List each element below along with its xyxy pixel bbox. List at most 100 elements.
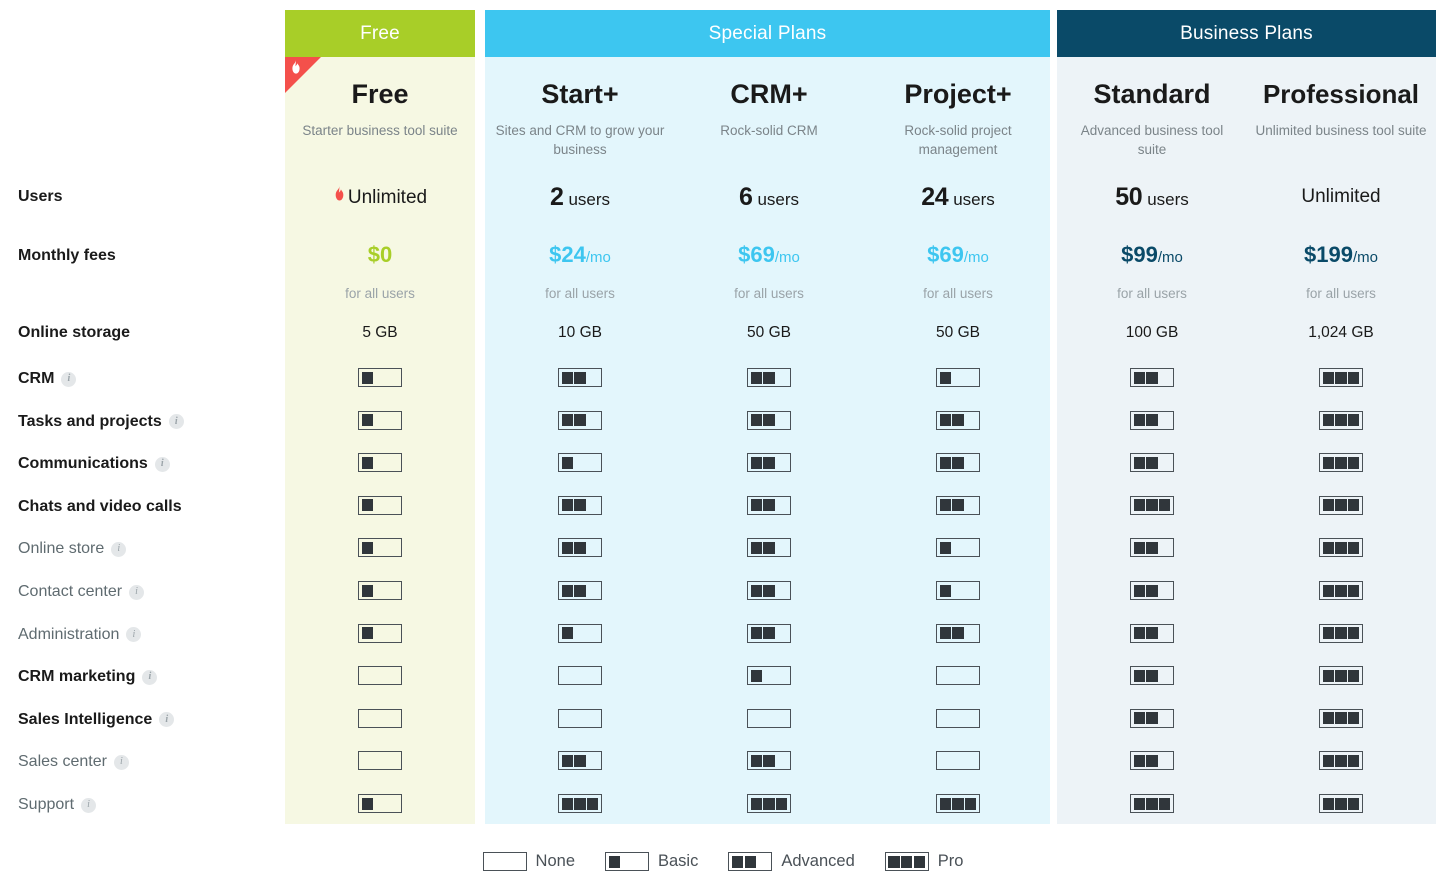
level-indicator xyxy=(1130,708,1174,728)
feature-cell xyxy=(285,453,475,474)
level-segment xyxy=(750,541,762,554)
level-segment xyxy=(486,856,497,868)
info-icon[interactable]: i xyxy=(126,627,142,643)
feature-cell xyxy=(1246,794,1436,815)
level-segment xyxy=(1146,414,1158,427)
level-segment xyxy=(750,499,762,512)
level-segment xyxy=(763,371,775,384)
info-icon[interactable]: i xyxy=(113,754,129,770)
level-segment xyxy=(1322,627,1334,640)
level-indicator xyxy=(747,581,791,600)
feature-cell xyxy=(674,453,864,474)
row-label-text: Sales center xyxy=(18,753,107,771)
level-segment xyxy=(361,797,373,810)
level-segment xyxy=(939,797,951,810)
info-icon[interactable]: i xyxy=(142,669,158,685)
plan-name: Standard xyxy=(1093,79,1211,109)
feature-cell xyxy=(1057,538,1247,559)
level-segment xyxy=(939,584,951,597)
level-segment xyxy=(744,855,757,868)
storage-value: 50 GB xyxy=(936,324,980,341)
price-period: /mo xyxy=(1352,249,1378,266)
level-segment xyxy=(561,499,573,512)
plan-header-project-: Project+ Rock-solid project management xyxy=(863,57,1053,159)
feature-cell xyxy=(674,623,864,645)
level-segment xyxy=(374,414,385,426)
row-label-text: Contact center xyxy=(18,583,123,600)
users-unit: users xyxy=(953,190,995,209)
level-indicator xyxy=(1130,495,1174,515)
plan-header-start-: Start+ Sites and CRM to grow your busines… xyxy=(485,57,675,159)
level-segment xyxy=(1348,456,1360,469)
plan-description: Rock-solid CRM xyxy=(720,123,818,138)
level-indicator xyxy=(1130,410,1174,430)
level-segment xyxy=(362,670,373,682)
level-segment xyxy=(952,627,964,640)
info-icon[interactable]: i xyxy=(61,371,77,387)
level-segment xyxy=(763,584,775,597)
level-segment xyxy=(387,712,398,724)
feature-cell xyxy=(485,666,675,687)
level-segment xyxy=(587,670,598,682)
level-segment xyxy=(952,372,963,384)
plan-name: Free xyxy=(351,79,409,109)
level-segment xyxy=(965,755,976,767)
level-segment xyxy=(1159,755,1170,767)
feature-cell xyxy=(674,581,864,602)
level-segment xyxy=(587,542,598,554)
feature-cell xyxy=(1246,751,1436,772)
info-icon[interactable]: i xyxy=(129,584,145,600)
level-segment xyxy=(965,499,976,511)
level-segment xyxy=(776,542,787,554)
level-segment xyxy=(1133,456,1145,469)
users-value: 6 users xyxy=(674,185,864,211)
level-segment xyxy=(1133,627,1145,640)
level-segment xyxy=(374,712,385,724)
feature-cell xyxy=(1246,453,1436,474)
level-segment xyxy=(939,499,951,512)
level-indicator xyxy=(358,794,402,813)
level-segment xyxy=(939,371,951,384)
feature-cell xyxy=(1057,751,1247,772)
row-label-users-text: Users xyxy=(18,188,63,205)
info-icon[interactable]: i xyxy=(81,797,97,813)
level-indicator xyxy=(936,751,980,771)
level-segment xyxy=(1335,456,1347,469)
level-indicator xyxy=(358,623,402,643)
group-header-free: Free xyxy=(285,10,475,57)
legend-label: Pro xyxy=(937,852,964,870)
level-segment xyxy=(361,414,373,427)
level-segment xyxy=(374,755,385,767)
level-segment xyxy=(387,542,398,554)
level-indicator xyxy=(936,581,980,600)
group-header-special-plans: Special Plans xyxy=(485,10,1050,57)
level-segment xyxy=(561,371,573,384)
users-value: 50 users xyxy=(1057,185,1247,211)
legend-item-pro: Pro xyxy=(884,852,964,871)
level-segment xyxy=(776,457,787,469)
info-icon[interactable]: i xyxy=(159,712,175,728)
feature-cell xyxy=(674,495,864,517)
row-label-text: CRM marketing xyxy=(18,668,136,686)
level-indicator xyxy=(936,368,980,387)
info-icon[interactable]: i xyxy=(154,456,170,472)
level-segment xyxy=(561,797,573,810)
info-icon[interactable]: i xyxy=(168,414,184,430)
level-segment xyxy=(1159,372,1170,384)
level-segment xyxy=(1322,371,1334,384)
feature-cell xyxy=(1057,666,1247,687)
users-unit: users xyxy=(568,190,611,209)
level-indicator xyxy=(936,708,980,728)
level-indicator xyxy=(747,495,791,515)
plan-header-professional: Professional Unlimited business tool suit… xyxy=(1246,57,1436,140)
level-indicator xyxy=(1319,368,1363,387)
plan-header-free: Free Starter business tool suite xyxy=(285,57,475,140)
legend-item-basic: Basic xyxy=(605,852,698,871)
price-value: $24/mo xyxy=(485,244,675,269)
level-segment xyxy=(965,585,976,597)
info-icon[interactable]: i xyxy=(111,541,127,557)
level-indicator xyxy=(1319,581,1363,600)
level-segment xyxy=(387,372,398,384)
level-indicator xyxy=(358,666,402,686)
row-label-text: Communications xyxy=(18,455,148,473)
